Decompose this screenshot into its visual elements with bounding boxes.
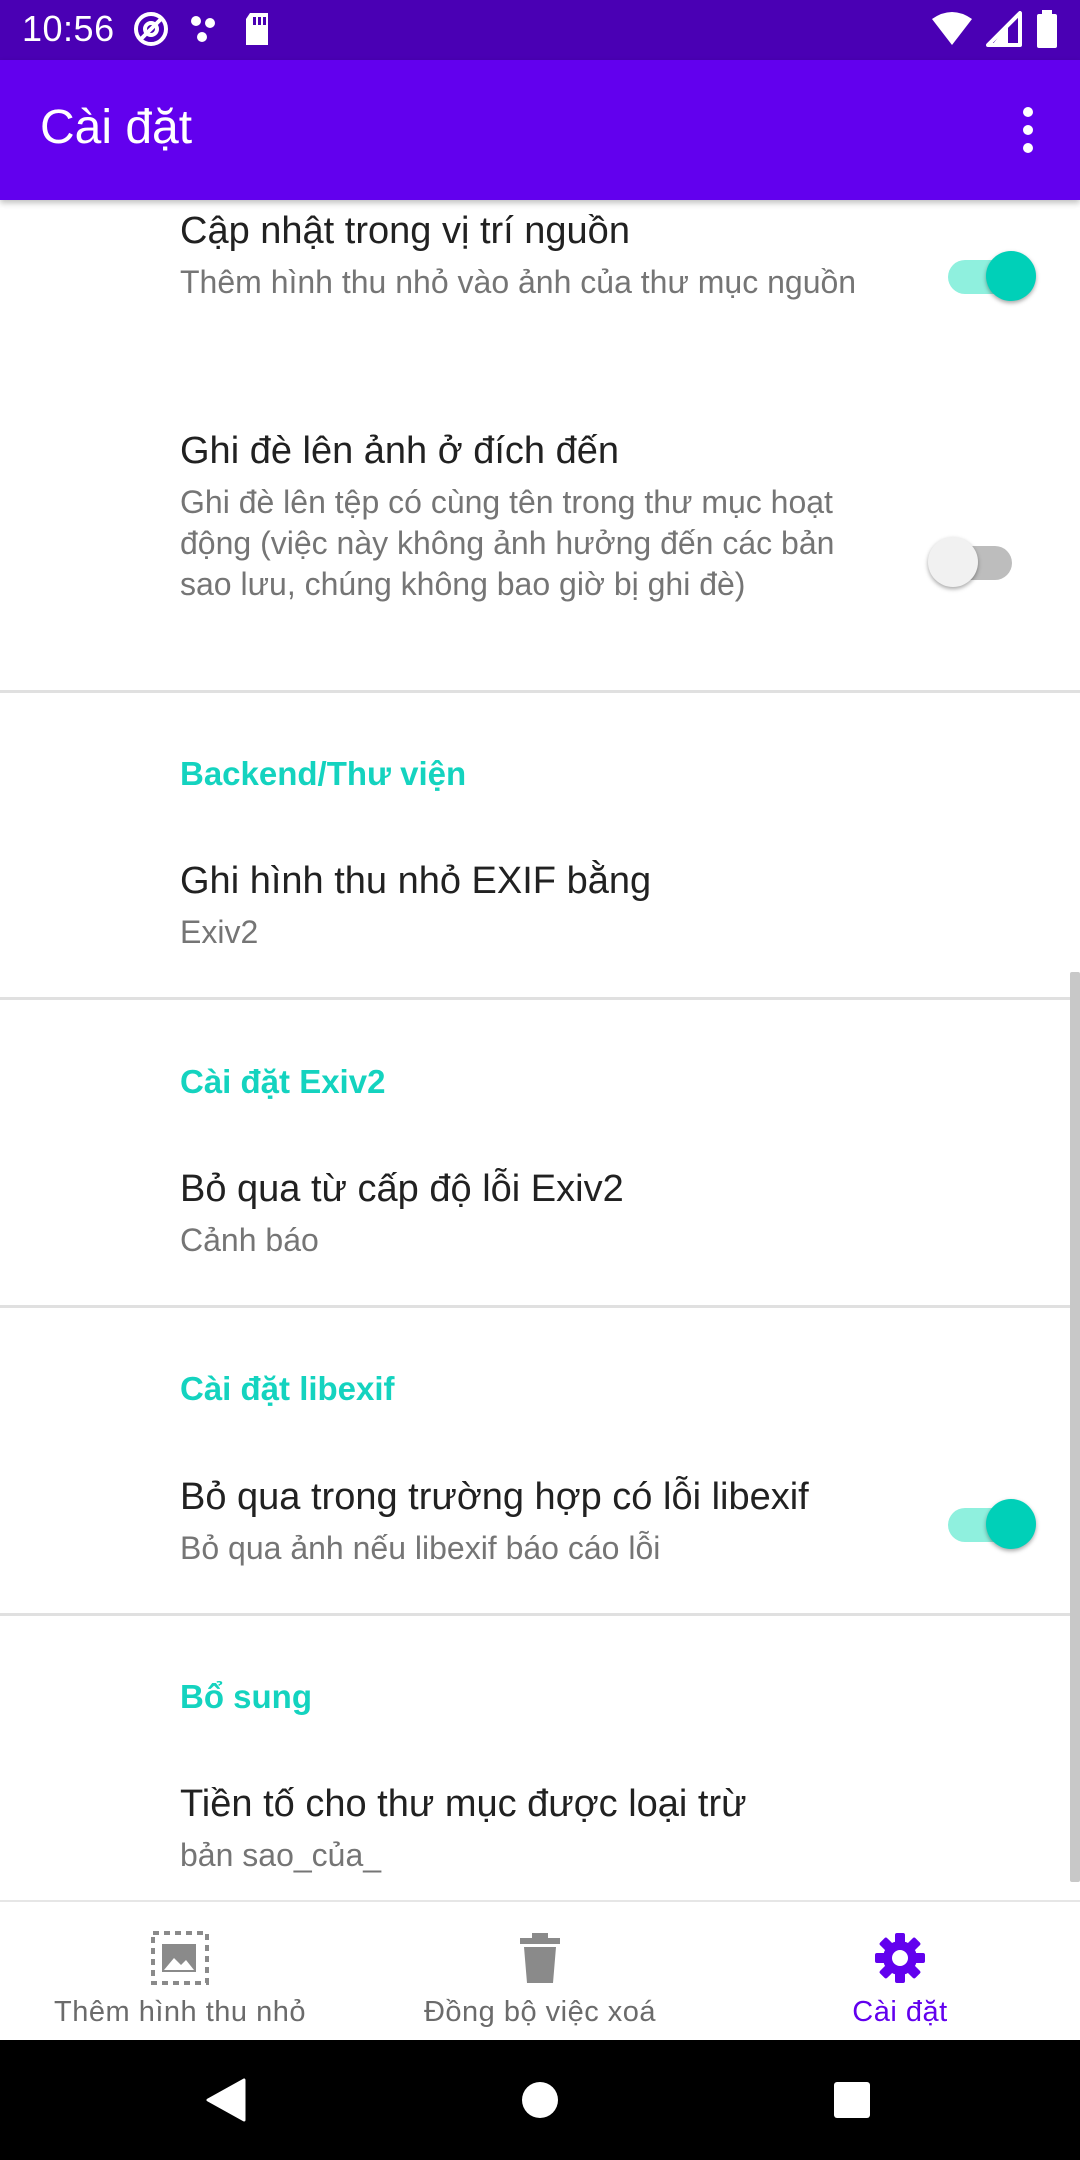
status-bar: 10:56: [0, 0, 1080, 60]
nav-label: Đồng bộ việc xoá: [423, 1996, 657, 2028]
pref-summary: Thêm hình thu nhỏ vào ảnh của thư mục ng…: [180, 264, 857, 300]
divider: [0, 690, 1080, 693]
category-exiv2: Cài đặt Exiv2: [180, 1063, 386, 1100]
battery-icon: [1037, 10, 1057, 48]
pref-summary: Ghi đè lên tệp có cùng tên trong thư mục…: [180, 484, 835, 602]
home-icon: [522, 2082, 558, 2118]
back-icon: [206, 2078, 246, 2122]
nav-sync-delete[interactable]: Đồng bộ việc xoá: [360, 1902, 720, 2042]
pref-title: Ghi hình thu nhỏ EXIF bằng: [180, 860, 652, 902]
pref-overwrite-destination[interactable]: Ghi đè lên ảnh ở đích đến Ghi đè lên tệp…: [0, 420, 1080, 680]
back-button[interactable]: [166, 2040, 286, 2160]
system-navigation-bar: [0, 2040, 1080, 2160]
more-vert-icon[interactable]: [1008, 100, 1048, 160]
scrollbar[interactable]: [1070, 972, 1080, 1882]
pref-title: Cập nhật trong vị trí nguồn: [180, 210, 630, 252]
pref-title: Bỏ qua trong trường hợp có lỗi libexif: [180, 1476, 809, 1518]
trash-icon: [508, 1926, 572, 1990]
add-thumbnail-icon: [148, 1926, 212, 1990]
recents-icon: [834, 2082, 870, 2118]
category-backend: Backend/Thư viện: [180, 755, 467, 792]
pref-exif-writer[interactable]: Ghi hình thu nhỏ EXIF bằng Exiv2: [0, 840, 1080, 980]
gear-icon: [868, 1926, 932, 1990]
sd-card-icon: [246, 13, 268, 45]
pref-exiv2-skip-level[interactable]: Bỏ qua từ cấp độ lỗi Exiv2 Cảnh báo: [0, 1148, 1080, 1288]
dots-icon: [191, 16, 215, 42]
wifi-icon: [932, 12, 972, 45]
pref-excluded-prefix[interactable]: Tiền tố cho thư mục được loại trừ bản sa…: [0, 1763, 1080, 1900]
nav-label: Thêm hình thu nhỏ: [54, 1996, 306, 2028]
recents-button[interactable]: [792, 2040, 912, 2160]
nav-settings[interactable]: Cài đặt: [720, 1902, 1080, 2042]
settings-list[interactable]: Cập nhật trong vị trí nguồn Thêm hình th…: [0, 200, 1080, 1900]
app-bar: Cài đặt: [0, 60, 1080, 200]
pref-libexif-skip[interactable]: Bỏ qua trong trường hợp có lỗi libexif B…: [0, 1456, 1080, 1596]
status-time: 10:56: [22, 8, 115, 49]
home-button[interactable]: [480, 2040, 600, 2160]
update-in-source-switch[interactable]: [944, 250, 1036, 301]
page-title: Cài đặt: [40, 101, 193, 154]
status-icons-right: [932, 10, 1058, 48]
libexif-skip-switch[interactable]: [944, 1498, 1036, 1549]
nav-label: Cài đặt: [852, 1996, 948, 2028]
pref-summary: bản sao_của_: [180, 1837, 382, 1873]
divider: [0, 997, 1080, 1000]
category-libexif: Cài đặt libexif: [180, 1370, 395, 1407]
overwrite-destination-switch[interactable]: [928, 536, 1018, 587]
status-icons-left: [132, 10, 272, 48]
pref-update-in-source[interactable]: Cập nhật trong vị trí nguồn Thêm hình th…: [0, 200, 1080, 380]
signal-icon: [986, 11, 1022, 47]
pref-summary: Cảnh báo: [180, 1222, 319, 1258]
bottom-navigation: Thêm hình thu nhỏ Đồng bộ việc xoá Cài đ…: [0, 1900, 1080, 2040]
category-extra: Bổ sung: [180, 1678, 312, 1715]
pref-summary: Exiv2: [180, 914, 259, 950]
pref-title: Tiền tố cho thư mục được loại trừ: [180, 1783, 747, 1825]
pref-title: Bỏ qua từ cấp độ lỗi Exiv2: [180, 1168, 624, 1210]
divider: [0, 1613, 1080, 1616]
nav-add-thumbnail[interactable]: Thêm hình thu nhỏ: [0, 1902, 360, 2042]
at-sign-icon: [134, 12, 168, 46]
divider: [0, 1305, 1080, 1308]
pref-summary: Bỏ qua ảnh nếu libexif báo cáo lỗi: [180, 1530, 661, 1566]
pref-title: Ghi đè lên ảnh ở đích đến: [180, 430, 620, 472]
